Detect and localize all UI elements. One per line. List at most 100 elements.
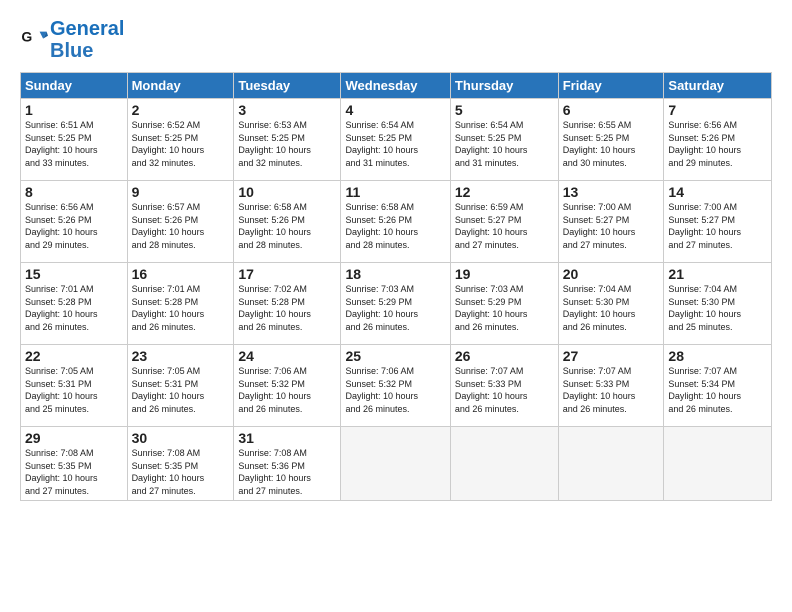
day-info: Sunrise: 7:00 AM Sunset: 5:27 PM Dayligh… — [563, 201, 660, 251]
day-number: 10 — [238, 184, 336, 200]
day-info: Sunrise: 7:00 AM Sunset: 5:27 PM Dayligh… — [668, 201, 767, 251]
day-info: Sunrise: 7:08 AM Sunset: 5:35 PM Dayligh… — [132, 447, 230, 497]
day-info: Sunrise: 7:06 AM Sunset: 5:32 PM Dayligh… — [345, 365, 445, 415]
weekday-header: Wednesday — [341, 73, 450, 99]
day-number: 27 — [563, 348, 660, 364]
svg-text:G: G — [21, 28, 32, 44]
day-number: 7 — [668, 102, 767, 118]
weekday-header: Tuesday — [234, 73, 341, 99]
day-number: 13 — [563, 184, 660, 200]
calendar-cell: 31Sunrise: 7:08 AM Sunset: 5:36 PM Dayli… — [234, 427, 341, 501]
day-info: Sunrise: 7:04 AM Sunset: 5:30 PM Dayligh… — [668, 283, 767, 333]
day-info: Sunrise: 7:06 AM Sunset: 5:32 PM Dayligh… — [238, 365, 336, 415]
day-number: 8 — [25, 184, 123, 200]
day-info: Sunrise: 6:58 AM Sunset: 5:26 PM Dayligh… — [345, 201, 445, 251]
header: G General Blue — [20, 18, 772, 62]
calendar-week-row: 15 Sunrise: 7:01 AM Sunset: 5:28 PM Dayli… — [21, 263, 772, 345]
calendar-cell: 2Sunrise: 6:52 AM Sunset: 5:25 PM Daylig… — [127, 99, 234, 181]
calendar-cell — [450, 427, 558, 501]
day-info: Sunrise: 7:03 AM Sunset: 5:29 PM Dayligh… — [455, 283, 554, 333]
day-number: 23 — [132, 348, 230, 364]
calendar-week-row: 1Sunrise: 6:51 AM Sunset: 5:25 PM Daylig… — [21, 99, 772, 181]
calendar-cell: 7Sunrise: 6:56 AM Sunset: 5:26 PM Daylig… — [664, 99, 772, 181]
day-number: 28 — [668, 348, 767, 364]
day-info: Sunrise: 6:56 AM Sunset: 5:26 PM Dayligh… — [25, 201, 123, 251]
day-info: Sunrise: 7:08 AM Sunset: 5:35 PM Dayligh… — [25, 447, 123, 497]
calendar-cell: 11Sunrise: 6:58 AM Sunset: 5:26 PM Dayli… — [341, 181, 450, 263]
day-info: Sunrise: 7:07 AM Sunset: 5:33 PM Dayligh… — [455, 365, 554, 415]
day-info: Sunrise: 6:53 AM Sunset: 5:25 PM Dayligh… — [238, 119, 336, 169]
calendar-cell: 1Sunrise: 6:51 AM Sunset: 5:25 PM Daylig… — [21, 99, 128, 181]
day-number: 3 — [238, 102, 336, 118]
day-info: Sunrise: 7:01 AM Sunset: 5:28 PM Dayligh… — [132, 283, 230, 333]
calendar-cell: 26Sunrise: 7:07 AM Sunset: 5:33 PM Dayli… — [450, 345, 558, 427]
day-number: 25 — [345, 348, 445, 364]
day-info: Sunrise: 7:03 AM Sunset: 5:29 PM Dayligh… — [345, 283, 445, 333]
calendar-cell — [558, 427, 664, 501]
page-container: G General Blue SundayMondayTuesdayWednes… — [0, 0, 792, 511]
calendar-week-row: 8Sunrise: 6:56 AM Sunset: 5:26 PM Daylig… — [21, 181, 772, 263]
calendar-cell: 24Sunrise: 7:06 AM Sunset: 5:32 PM Dayli… — [234, 345, 341, 427]
day-info: Sunrise: 6:54 AM Sunset: 5:25 PM Dayligh… — [455, 119, 554, 169]
day-number: 1 — [25, 102, 123, 118]
day-info: Sunrise: 6:52 AM Sunset: 5:25 PM Dayligh… — [132, 119, 230, 169]
calendar-cell: 22Sunrise: 7:05 AM Sunset: 5:31 PM Dayli… — [21, 345, 128, 427]
calendar-table: SundayMondayTuesdayWednesdayThursdayFrid… — [20, 72, 772, 501]
calendar-body: 1Sunrise: 6:51 AM Sunset: 5:25 PM Daylig… — [21, 99, 772, 501]
calendar-cell: 12Sunrise: 6:59 AM Sunset: 5:27 PM Dayli… — [450, 181, 558, 263]
calendar-cell: 4Sunrise: 6:54 AM Sunset: 5:25 PM Daylig… — [341, 99, 450, 181]
calendar-cell: 27Sunrise: 7:07 AM Sunset: 5:33 PM Dayli… — [558, 345, 664, 427]
calendar-header-row: SundayMondayTuesdayWednesdayThursdayFrid… — [21, 73, 772, 99]
day-number: 11 — [345, 184, 445, 200]
calendar-cell: 9Sunrise: 6:57 AM Sunset: 5:26 PM Daylig… — [127, 181, 234, 263]
calendar-cell: 23Sunrise: 7:05 AM Sunset: 5:31 PM Dayli… — [127, 345, 234, 427]
day-number: 20 — [563, 266, 660, 282]
day-number: 31 — [238, 430, 336, 446]
calendar-week-row: 29Sunrise: 7:08 AM Sunset: 5:35 PM Dayli… — [21, 427, 772, 501]
day-info: Sunrise: 7:07 AM Sunset: 5:34 PM Dayligh… — [668, 365, 767, 415]
calendar-cell: 20Sunrise: 7:04 AM Sunset: 5:30 PM Dayli… — [558, 263, 664, 345]
day-number: 14 — [668, 184, 767, 200]
calendar-cell: 16Sunrise: 7:01 AM Sunset: 5:28 PM Dayli… — [127, 263, 234, 345]
weekday-header: Sunday — [21, 73, 128, 99]
day-info: Sunrise: 7:05 AM Sunset: 5:31 PM Dayligh… — [132, 365, 230, 415]
day-info: Sunrise: 6:59 AM Sunset: 5:27 PM Dayligh… — [455, 201, 554, 251]
day-number: 9 — [132, 184, 230, 200]
weekday-header: Friday — [558, 73, 664, 99]
day-info: Sunrise: 6:55 AM Sunset: 5:25 PM Dayligh… — [563, 119, 660, 169]
day-number: 30 — [132, 430, 230, 446]
calendar-cell: 6Sunrise: 6:55 AM Sunset: 5:25 PM Daylig… — [558, 99, 664, 181]
day-number: 16 — [132, 266, 230, 282]
calendar-cell — [341, 427, 450, 501]
weekday-header: Thursday — [450, 73, 558, 99]
day-info: Sunrise: 6:54 AM Sunset: 5:25 PM Dayligh… — [345, 119, 445, 169]
logo-text: General Blue — [50, 18, 124, 62]
day-number: 5 — [455, 102, 554, 118]
day-number: 26 — [455, 348, 554, 364]
day-number: 4 — [345, 102, 445, 118]
weekday-header: Saturday — [664, 73, 772, 99]
calendar-cell: 10Sunrise: 6:58 AM Sunset: 5:26 PM Dayli… — [234, 181, 341, 263]
day-number: 24 — [238, 348, 336, 364]
day-number: 22 — [25, 348, 123, 364]
weekday-header: Monday — [127, 73, 234, 99]
day-info: Sunrise: 7:02 AM Sunset: 5:28 PM Dayligh… — [238, 283, 336, 333]
calendar-cell: 3Sunrise: 6:53 AM Sunset: 5:25 PM Daylig… — [234, 99, 341, 181]
day-number: 29 — [25, 430, 123, 446]
calendar-cell: 19Sunrise: 7:03 AM Sunset: 5:29 PM Dayli… — [450, 263, 558, 345]
logo-icon: G — [20, 26, 48, 54]
calendar-cell: 28Sunrise: 7:07 AM Sunset: 5:34 PM Dayli… — [664, 345, 772, 427]
calendar-cell: 8Sunrise: 6:56 AM Sunset: 5:26 PM Daylig… — [21, 181, 128, 263]
calendar-cell: 17Sunrise: 7:02 AM Sunset: 5:28 PM Dayli… — [234, 263, 341, 345]
calendar-cell: 21Sunrise: 7:04 AM Sunset: 5:30 PM Dayli… — [664, 263, 772, 345]
day-info: Sunrise: 7:08 AM Sunset: 5:36 PM Dayligh… — [238, 447, 336, 497]
day-number: 21 — [668, 266, 767, 282]
calendar-cell: 30Sunrise: 7:08 AM Sunset: 5:35 PM Dayli… — [127, 427, 234, 501]
day-info: Sunrise: 6:58 AM Sunset: 5:26 PM Dayligh… — [238, 201, 336, 251]
calendar-cell: 13Sunrise: 7:00 AM Sunset: 5:27 PM Dayli… — [558, 181, 664, 263]
day-number: 15 — [25, 266, 123, 282]
day-number: 2 — [132, 102, 230, 118]
day-number: 19 — [455, 266, 554, 282]
day-info: Sunrise: 7:04 AM Sunset: 5:30 PM Dayligh… — [563, 283, 660, 333]
calendar-cell — [664, 427, 772, 501]
